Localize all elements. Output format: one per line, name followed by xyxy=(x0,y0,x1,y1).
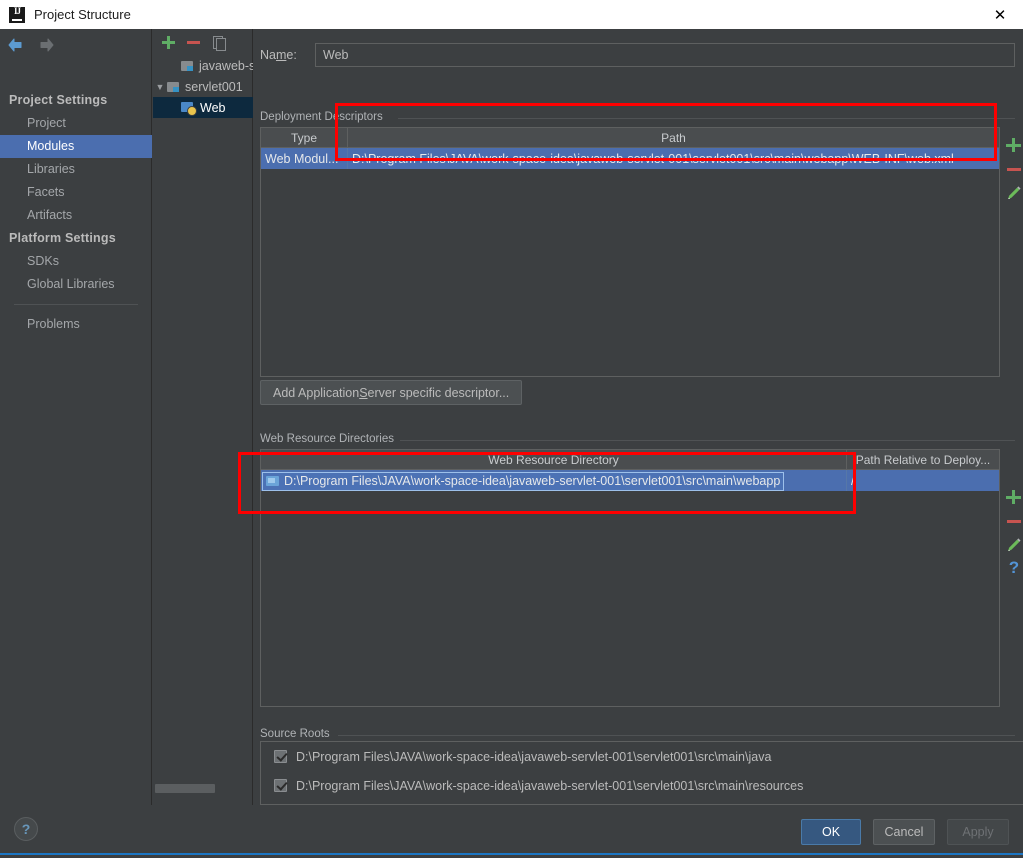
dialog-footer xyxy=(0,805,1023,853)
project-structure-dialog: Project Settings Project Modules Librari… xyxy=(0,29,1023,805)
source-root-item[interactable]: D:\Program Files\JAVA\work-space-idea\ja… xyxy=(261,771,1023,800)
table-header-row: Web Resource Directory Path Relative to … xyxy=(261,450,999,470)
group-divider xyxy=(398,118,1015,119)
intellij-idea-icon xyxy=(9,6,25,23)
cell-path-relative-to-deployment: / xyxy=(851,473,855,488)
help-icon[interactable]: ? xyxy=(14,817,38,841)
sidebar-item-project[interactable]: Project xyxy=(0,112,152,135)
sidebar-item-sdks[interactable]: SDKs xyxy=(0,250,152,273)
deployment-descriptors-caption: Deployment Descriptors xyxy=(260,111,389,123)
minus-icon[interactable] xyxy=(1003,157,1023,181)
cell-type: Web Modul... xyxy=(261,148,348,169)
source-roots-caption: Source Roots xyxy=(260,728,336,740)
button-label-post: erver specific descriptor... xyxy=(367,385,510,400)
forward-arrow-icon[interactable] xyxy=(38,36,56,54)
sidebar-item-libraries[interactable]: Libraries xyxy=(0,158,152,181)
source-roots-list: D:\Program Files\JAVA\work-space-idea\ja… xyxy=(260,741,1023,805)
source-root-checkbox[interactable] xyxy=(274,779,287,792)
button-label-pre: Add Application xyxy=(273,385,360,400)
module-tree-horizontal-scrollbar[interactable] xyxy=(155,784,215,793)
group-divider xyxy=(399,440,1015,441)
tree-node-javaweb[interactable]: javaweb-s xyxy=(153,55,256,76)
sidebar-item-problems[interactable]: Problems xyxy=(0,313,152,336)
close-icon[interactable]: ✕ xyxy=(977,0,1023,29)
minus-icon[interactable] xyxy=(186,35,201,50)
web-resource-directory-value: D:\Program Files\JAVA\work-space-idea\ja… xyxy=(284,474,781,488)
sidebar-group-platform-settings: Platform Settings xyxy=(9,231,116,245)
tree-expander-icon[interactable]: ▼ xyxy=(153,82,167,92)
deployment-descriptors-table[interactable]: Type Path Web Modul... D:\Program Files\… xyxy=(260,127,1000,377)
module-editor-content: Name: Deployment Descriptors Type Path W… xyxy=(253,29,1023,805)
window-titlebar: Project Structure ✕ xyxy=(0,0,1023,29)
pencil-icon[interactable] xyxy=(1003,533,1023,557)
back-arrow-icon[interactable] xyxy=(6,36,24,54)
table-row[interactable]: D:\Program Files\JAVA\work-space-idea\ja… xyxy=(261,470,999,491)
minus-icon[interactable] xyxy=(1003,509,1023,533)
source-root-path: D:\Program Files\JAVA\work-space-idea\ja… xyxy=(296,749,772,764)
module-tree: javaweb-s ▼ servlet001 Web xyxy=(153,55,256,118)
source-root-item[interactable]: D:\Program Files\JAVA\work-space-idea\ja… xyxy=(261,742,1023,771)
sidebar-item-modules[interactable]: Modules xyxy=(0,135,152,158)
plus-icon[interactable] xyxy=(161,35,176,50)
web-resource-directory-editor[interactable]: D:\Program Files\JAVA\work-space-idea\ja… xyxy=(262,471,785,491)
tree-node-web[interactable]: Web xyxy=(153,97,253,118)
plus-icon[interactable] xyxy=(1003,133,1023,157)
name-row: Name: xyxy=(260,42,1015,68)
column-header-path-relative-to-deployment[interactable]: Path Relative to Deploy... xyxy=(847,450,999,469)
module-icon xyxy=(181,60,195,72)
source-root-checkbox[interactable] xyxy=(274,750,287,763)
web-resource-directories-table[interactable]: Web Resource Directory Path Relative to … xyxy=(260,449,1000,707)
column-header-web-resource-directory[interactable]: Web Resource Directory xyxy=(261,450,847,469)
source-root-path: D:\Program Files\JAVA\work-space-idea\ja… xyxy=(296,778,804,793)
group-divider xyxy=(338,735,1015,736)
window-title: Project Structure xyxy=(34,7,131,22)
module-tree-toolbar xyxy=(153,29,253,55)
tree-node-label: servlet001 xyxy=(185,79,243,94)
sidebar-item-global-libraries[interactable]: Global Libraries xyxy=(0,273,152,296)
sidebar-item-facets[interactable]: Facets xyxy=(0,181,152,204)
cell-path: D:\Program Files\JAVA\work-space-idea\ja… xyxy=(352,151,954,166)
copy-icon[interactable] xyxy=(211,35,226,51)
web-facet-icon xyxy=(181,101,197,116)
table-header-row: Type Path xyxy=(261,128,999,148)
sidebar-list: Project Settings Project Modules Librari… xyxy=(0,89,152,336)
taskbar-edge xyxy=(0,853,1023,858)
column-header-path[interactable]: Path xyxy=(348,128,999,147)
cancel-button[interactable]: Cancel xyxy=(873,819,935,845)
tree-node-servlet001[interactable]: ▼ servlet001 xyxy=(153,76,253,97)
help-icon[interactable] xyxy=(1003,557,1023,581)
button-label-accel: S xyxy=(359,385,368,400)
tree-node-label: Web xyxy=(200,100,226,115)
column-header-type[interactable]: Type xyxy=(261,128,348,147)
sidebar-divider xyxy=(14,304,138,305)
cell-web-resource-directory[interactable]: D:\Program Files\JAVA\work-space-idea\ja… xyxy=(261,470,847,491)
plus-icon[interactable] xyxy=(1003,485,1023,509)
name-input[interactable] xyxy=(315,43,1015,67)
add-application-server-descriptor-button[interactable]: Add Application Server specific descript… xyxy=(260,380,523,405)
settings-sidebar: Project Settings Project Modules Librari… xyxy=(0,29,152,805)
deployment-descriptors-actions xyxy=(1003,133,1023,205)
ok-button[interactable]: OK xyxy=(801,819,861,845)
table-row[interactable]: Web Modul... D:\Program Files\JAVA\work-… xyxy=(261,148,999,169)
name-label: Name: xyxy=(260,48,297,62)
web-resource-directories-caption: Web Resource Directories xyxy=(260,433,401,445)
module-tree-panel: javaweb-s ▼ servlet001 Web xyxy=(153,29,256,805)
folder-icon xyxy=(266,475,279,487)
apply-button[interactable]: Apply xyxy=(947,819,1009,845)
pencil-icon[interactable] xyxy=(1003,181,1023,205)
web-resource-directories-actions xyxy=(1003,485,1023,581)
module-icon xyxy=(167,81,181,93)
sidebar-item-artifacts[interactable]: Artifacts xyxy=(0,204,152,227)
sidebar-group-project-settings: Project Settings xyxy=(9,93,108,107)
sidebar-nav-buttons xyxy=(6,36,56,54)
tree-node-label: javaweb-s xyxy=(199,58,256,73)
